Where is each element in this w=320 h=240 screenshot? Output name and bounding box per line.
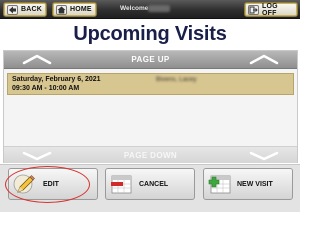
welcome-user-name-redacted [148,5,170,12]
home-button-label: HOME [70,6,92,13]
chevron-up-icon [22,54,52,65]
back-button[interactable]: BACK [3,2,47,17]
new-visit-button-label: NEW VISIT [237,180,273,188]
home-icon [56,4,67,15]
chevron-down-icon [249,151,279,161]
log-off-button-label: LOG OFF [262,2,278,17]
page-down-button[interactable]: PAGE DOWN [4,146,297,163]
page-up-label: PAGE UP [131,55,170,64]
log-off-button[interactable]: LOG OFF [244,2,298,17]
calendar-add-icon [208,175,231,194]
chevron-up-icon [249,54,279,65]
visit-list-item[interactable]: Saturday, February 6, 2021 09:30 AM - 10… [7,73,294,95]
calendar-cancel-icon [111,175,132,194]
home-button[interactable]: HOME [52,2,97,17]
visit-time: 09:30 AM - 10:00 AM [12,85,80,92]
page-up-button[interactable]: PAGE UP [4,51,297,69]
log-off-icon [248,4,259,15]
edit-button-label: EDIT [43,180,59,188]
top-bar: BACK HOME Welcome LOG OFF [0,0,300,19]
back-arrow-icon [7,4,18,15]
page-down-label: PAGE DOWN [123,150,178,160]
action-bar: EDIT CANCEL NEW VISIT [0,164,300,212]
page-title: Upcoming Visits [73,23,227,45]
cancel-button-label: CANCEL [139,180,169,188]
visit-date: Saturday, February 6, 2021 [12,76,101,83]
edit-button[interactable]: EDIT [8,168,98,200]
visits-panel: PAGE UP Saturday, February 6, 2021 09:30… [3,50,298,163]
visit-client-name: Bivens, Lacey [156,76,197,83]
new-visit-button[interactable]: NEW VISIT [203,168,293,200]
cancel-button[interactable]: CANCEL [105,168,195,200]
pencil-edit-icon [13,174,35,194]
welcome-label: Welcome [120,5,149,12]
back-button-label: BACK [21,6,43,13]
chevron-down-icon [22,151,52,161]
